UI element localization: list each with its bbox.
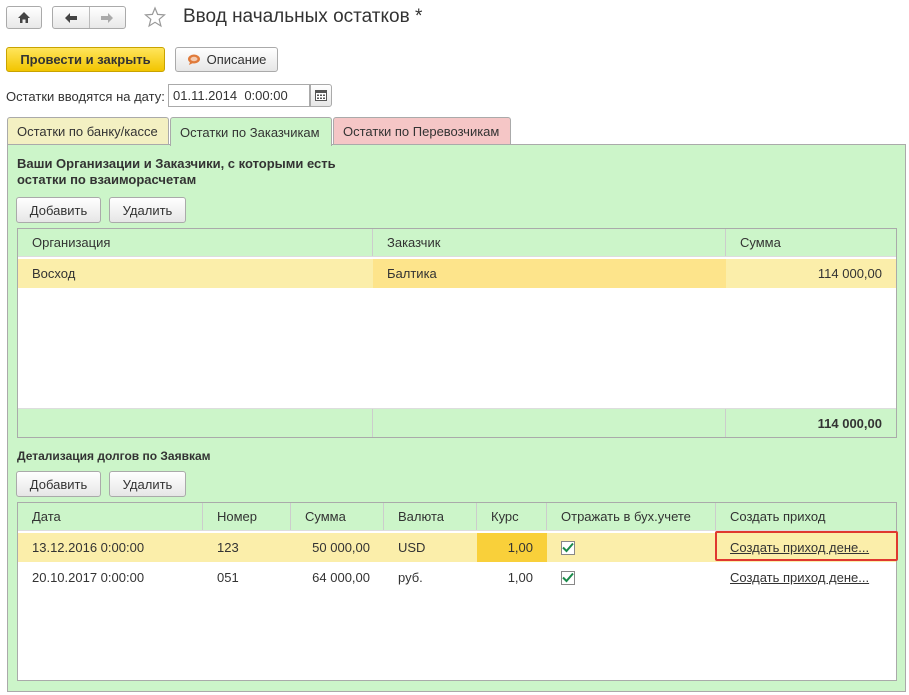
comment-icon: [187, 54, 200, 65]
details-table: Дата Номер Сумма Валюта Курс Отражать в …: [17, 502, 898, 681]
date-input[interactable]: 01.11.2014 0:00:00: [168, 84, 310, 107]
row-sum: 64 000,00: [312, 570, 370, 585]
orgs-delete-button[interactable]: Удалить: [109, 197, 186, 223]
tab-carriers-label: Остатки по Перевозчикам: [343, 124, 500, 139]
arrow-left-icon: [64, 12, 77, 23]
row-date: 13.12.2016 0:00:00: [32, 540, 145, 555]
history-nav: [52, 6, 126, 29]
column-header-customer[interactable]: Заказчик: [373, 229, 726, 256]
orgs-add-button[interactable]: Добавить: [16, 197, 101, 223]
forward-button[interactable]: [90, 7, 126, 28]
column-header-rate[interactable]: Курс: [477, 503, 547, 530]
orgs-table: Организация Заказчик Сумма Восход Балтик…: [17, 228, 897, 438]
row-customer[interactable]: Балтика: [373, 259, 726, 288]
orgs-title-line2: остатки по взаиморасчетам: [17, 172, 197, 187]
row-currency: USD: [398, 540, 426, 555]
details-section-title: Детализация долгов по Заявкам: [17, 449, 211, 463]
date-label: Остатки вводятся на дату:: [6, 89, 165, 104]
column-header-sum[interactable]: Сумма: [291, 503, 384, 530]
create-receipt-link[interactable]: Создать приход дене...: [730, 540, 869, 555]
column-header-number[interactable]: Номер: [203, 503, 291, 530]
tab-carriers[interactable]: Остатки по Перевозчикам: [333, 117, 511, 145]
column-header-reflect[interactable]: Отражать в бух.учете: [547, 503, 716, 530]
reflect-checkbox[interactable]: [561, 570, 575, 585]
details-delete-button[interactable]: Удалить: [109, 471, 186, 497]
description-label: Описание: [206, 52, 267, 67]
details-add-button[interactable]: Добавить: [16, 471, 101, 497]
checkmark-icon: [562, 542, 574, 553]
row-reflect: [547, 533, 716, 562]
favorite-star[interactable]: [143, 6, 167, 28]
column-header-create[interactable]: Создать приход: [716, 503, 896, 530]
create-receipt-link[interactable]: Создать приход дене...: [730, 570, 869, 585]
customers-panel: Ваши Организации и Заказчики, с которыми…: [7, 144, 906, 692]
home-button[interactable]: [6, 6, 42, 29]
row-create: Создать приход дене...: [716, 563, 896, 592]
star-icon: [143, 6, 167, 28]
orgs-section-title: Ваши Организации и Заказчики, с которыми…: [17, 156, 336, 188]
column-header-sum[interactable]: Сумма: [726, 229, 896, 256]
calendar-icon: [315, 90, 327, 101]
table-row[interactable]: 13.12.2016 0:00:00 123 50 000,00 USD 1,0…: [18, 533, 896, 562]
column-header-currency[interactable]: Валюта: [384, 503, 477, 530]
orgs-table-footer: 114 000,00: [18, 408, 896, 437]
tab-customers[interactable]: Остатки по Заказчикам: [170, 117, 332, 146]
details-table-header: Дата Номер Сумма Валюта Курс Отражать в …: [18, 503, 896, 531]
tab-customers-label: Остатки по Заказчикам: [180, 124, 320, 140]
post-and-close-button[interactable]: Провести и закрыть: [6, 47, 165, 72]
orgs-title-line1: Ваши Организации и Заказчики, с которыми…: [17, 156, 336, 171]
column-header-org[interactable]: Организация: [18, 229, 373, 256]
checkmark-icon: [562, 572, 574, 583]
row-rate[interactable]: 1,00: [477, 533, 547, 562]
row-sum: 50 000,00: [312, 540, 370, 555]
row-number: 123: [217, 540, 239, 555]
row-create: Создать приход дене...: [716, 533, 896, 562]
table-row[interactable]: Восход Балтика 114 000,00: [18, 259, 896, 288]
description-button[interactable]: Описание: [175, 47, 278, 72]
column-header-date[interactable]: Дата: [18, 503, 203, 530]
page-title: Ввод начальных остатков *: [183, 6, 423, 27]
row-rate[interactable]: 1,00: [477, 563, 547, 592]
row-number: 051: [217, 570, 239, 585]
arrow-right-icon: [101, 12, 114, 23]
back-button[interactable]: [53, 7, 90, 28]
orgs-total: 114 000,00: [817, 415, 882, 431]
tab-bank-cash-label: Остатки по банку/кассе: [17, 124, 158, 139]
row-currency: руб.: [398, 570, 423, 585]
row-org: Восход: [32, 266, 76, 281]
calendar-button[interactable]: [310, 84, 332, 107]
row-sum: 114 000,00: [817, 266, 882, 281]
home-icon: [18, 12, 30, 23]
row-reflect: [547, 563, 716, 592]
row-date: 20.10.2017 0:00:00: [32, 570, 145, 585]
orgs-table-header: Организация Заказчик Сумма: [18, 229, 896, 257]
date-value: 01.11.2014 0:00:00: [173, 88, 288, 103]
tab-bank-cash[interactable]: Остатки по банку/кассе: [7, 117, 169, 145]
table-row[interactable]: 20.10.2017 0:00:00 051 64 000,00 руб. 1,…: [18, 563, 896, 592]
reflect-checkbox[interactable]: [561, 540, 575, 555]
